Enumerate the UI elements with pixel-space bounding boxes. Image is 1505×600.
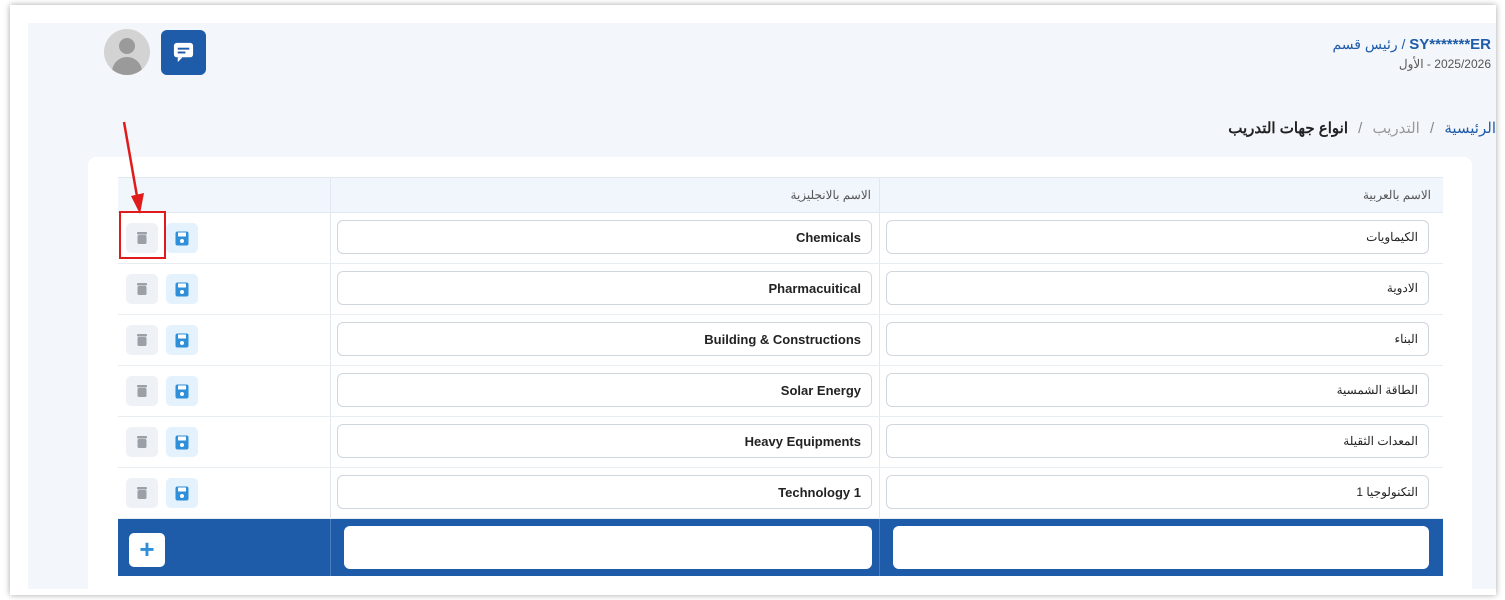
new-english-cell: [344, 526, 872, 569]
training-types-table: الاسم بالانجليزية الاسم بالعربية +: [118, 177, 1443, 576]
breadcrumb-training[interactable]: التدريب: [1373, 120, 1420, 137]
table-body: [118, 213, 1443, 519]
table-row: [118, 315, 1443, 366]
trash-icon: [137, 283, 147, 295]
table-header: الاسم بالانجليزية الاسم بالعربية: [118, 177, 1443, 213]
english-name-cell: [337, 373, 872, 407]
user-info: SY*******ER / رئيس قسم: [1332, 36, 1491, 53]
delete-button[interactable]: [126, 325, 158, 355]
english-name-cell: [337, 322, 872, 356]
new-arabic-name-input[interactable]: [893, 526, 1429, 569]
new-row: +: [118, 519, 1443, 576]
english-name-input[interactable]: [337, 220, 872, 254]
delete-button[interactable]: [126, 427, 158, 457]
content-card: الاسم بالانجليزية الاسم بالعربية +: [88, 157, 1472, 589]
arabic-name-input[interactable]: [886, 322, 1429, 356]
save-button[interactable]: [166, 325, 198, 355]
save-icon: [175, 435, 189, 450]
save-button[interactable]: [166, 478, 198, 508]
column-header-english-name: الاسم بالانجليزية: [790, 188, 871, 202]
trash-icon: [137, 334, 147, 346]
delete-button[interactable]: [126, 376, 158, 406]
table-row: [118, 366, 1443, 417]
save-icon: [175, 486, 189, 501]
add-row-button[interactable]: +: [129, 533, 165, 567]
english-name-input[interactable]: [337, 271, 872, 305]
academic-term: 2025/2026 - الأول: [1398, 57, 1491, 71]
arabic-name-cell: [886, 424, 1429, 458]
save-icon: [175, 384, 189, 399]
breadcrumb-separator: /: [1429, 120, 1435, 137]
chat-icon: [173, 42, 194, 63]
username: SY*******ER: [1409, 36, 1491, 53]
arabic-name-input[interactable]: [886, 373, 1429, 407]
new-arabic-cell: [893, 526, 1429, 569]
breadcrumb-home[interactable]: الرئيسية: [1444, 120, 1496, 137]
save-button[interactable]: [166, 223, 198, 253]
arabic-name-cell: [886, 271, 1429, 305]
save-button[interactable]: [166, 274, 198, 304]
arabic-name-input[interactable]: [886, 220, 1429, 254]
trash-icon: [137, 436, 147, 448]
new-english-name-input[interactable]: [344, 526, 872, 569]
table-row: [118, 213, 1443, 264]
table-row: [118, 417, 1443, 468]
column-header-arabic-name: الاسم بالعربية: [1362, 188, 1431, 202]
delete-button[interactable]: [126, 223, 158, 253]
screenshot-frame: SY*******ER / رئيس قسم 2025/2026 - الأول…: [10, 5, 1496, 595]
trash-icon: [137, 232, 147, 244]
trash-icon: [137, 385, 147, 397]
user-role: / رئيس قسم: [1332, 36, 1410, 52]
breadcrumb-separator: /: [1358, 120, 1363, 137]
delete-button[interactable]: [126, 274, 158, 304]
table-row: [118, 468, 1443, 519]
arabic-name-cell: [886, 220, 1429, 254]
english-name-input[interactable]: [337, 475, 872, 509]
english-name-cell: [337, 220, 872, 254]
english-name-cell: [337, 424, 872, 458]
arabic-name-input[interactable]: [886, 424, 1429, 458]
english-name-input[interactable]: [337, 373, 872, 407]
chat-button[interactable]: [161, 30, 206, 75]
breadcrumb-current: انواع جهات التدريب: [1228, 120, 1348, 137]
delete-button[interactable]: [126, 478, 158, 508]
save-icon: [175, 282, 189, 297]
save-button[interactable]: [166, 427, 198, 457]
english-name-cell: [337, 475, 872, 509]
english-name-input[interactable]: [337, 424, 872, 458]
english-name-input[interactable]: [337, 322, 872, 356]
user-avatar-icon[interactable]: [104, 29, 150, 75]
arabic-name-input[interactable]: [886, 475, 1429, 509]
trash-icon: [137, 487, 147, 499]
arabic-name-cell: [886, 475, 1429, 509]
app-root: SY*******ER / رئيس قسم 2025/2026 - الأول…: [28, 23, 1496, 589]
arabic-name-cell: [886, 322, 1429, 356]
save-icon: [175, 231, 189, 246]
save-icon: [175, 333, 189, 348]
arabic-name-cell: [886, 373, 1429, 407]
english-name-cell: [337, 271, 872, 305]
save-button[interactable]: [166, 376, 198, 406]
table-row: [118, 264, 1443, 315]
arabic-name-input[interactable]: [886, 271, 1429, 305]
breadcrumb: الرئيسية / التدريب / انواع جهات التدريب: [1228, 119, 1496, 137]
